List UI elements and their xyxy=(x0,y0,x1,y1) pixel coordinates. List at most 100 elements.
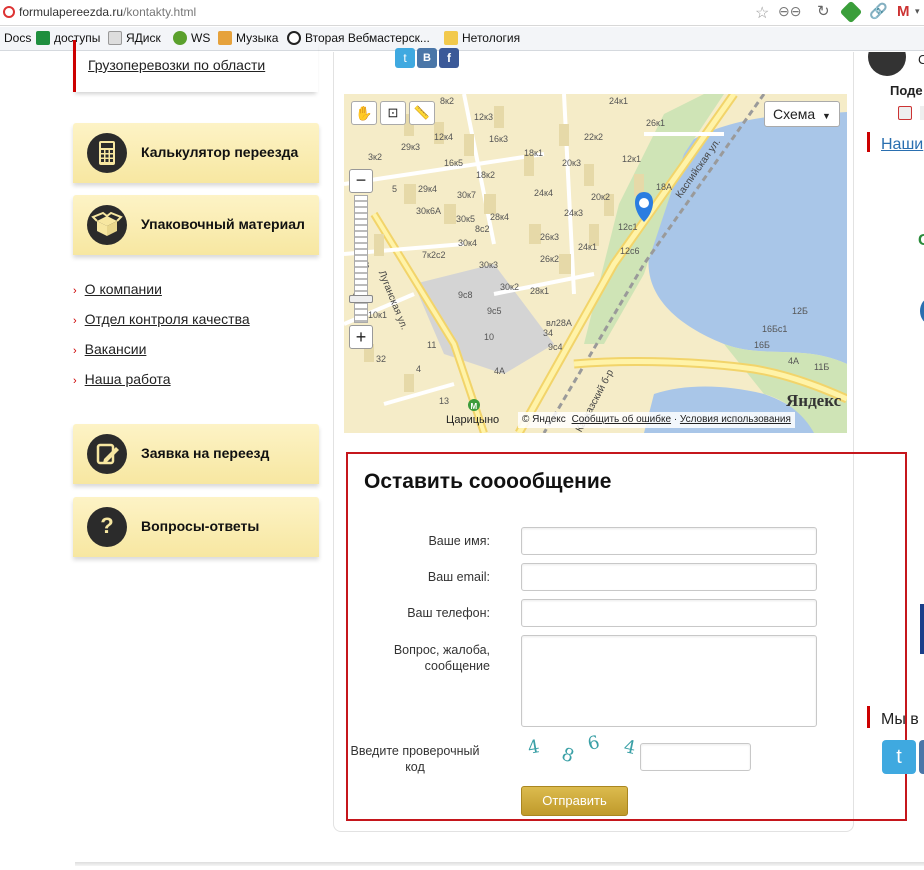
gmail-icon[interactable]: M xyxy=(897,3,910,20)
yandex-logo: Яндекс xyxy=(786,391,842,410)
link-text: Наша работа xyxy=(84,371,171,387)
sidebar-link-quality[interactable]: › Отдел контроля качества xyxy=(73,311,250,327)
map-building-label: 24к4 xyxy=(534,188,553,198)
move-request-card[interactable]: Заявка на переезд xyxy=(73,424,319,484)
form-title: Оставить сооообщение xyxy=(364,470,612,493)
phone-input[interactable] xyxy=(521,599,817,627)
sidebar-link-our-work[interactable]: › Наша работа xyxy=(73,371,171,387)
map-building-label: 12к1 xyxy=(622,154,641,164)
right-heading-link[interactable]: Наши xyxy=(881,136,923,154)
email-input[interactable] xyxy=(521,563,817,591)
map-mode-button[interactable]: Схема ▼ xyxy=(764,101,840,127)
twitter-icon[interactable]: t xyxy=(395,48,415,68)
address-bar[interactable]: formulapereezda.ru/kontakty.html ☆ ⊖⊖ ↻ … xyxy=(0,0,924,26)
map-building-label: 7к2с2 xyxy=(422,250,446,260)
right-partial-text: С xyxy=(918,52,924,67)
report-error-link[interactable]: Сообщить об ошибке xyxy=(572,414,671,425)
box-icon xyxy=(87,205,127,245)
card-label: Заявка на переезд xyxy=(141,445,270,461)
map-building-label: 10 xyxy=(484,332,495,342)
bookmark-star-icon[interactable]: ☆ xyxy=(755,3,769,23)
reload-icon[interactable]: ↻ xyxy=(817,2,830,20)
ruler-icon[interactable]: 📏 xyxy=(409,101,435,125)
footer-divider xyxy=(75,862,924,866)
bookmark-netology[interactable]: Нетология xyxy=(444,31,520,45)
captcha-image: 4 8 6 4 xyxy=(522,732,642,769)
yandex-map[interactable]: М 8к2 24к1 26к1 12к3 22к2 12к4 16к3 29к3 18к1 20к… xyxy=(344,94,847,433)
folder-icon xyxy=(444,31,458,45)
map-building-label: 16Б xyxy=(754,340,770,350)
map-building-label: 29к3 xyxy=(401,142,420,152)
map-building-label: 12Б xyxy=(792,306,808,316)
reader-icon[interactable]: ⊖⊖ xyxy=(778,3,801,20)
calculator-card[interactable]: Калькулятор переезда xyxy=(73,123,319,183)
social-share-icons: t В f xyxy=(395,48,459,68)
faq-card[interactable]: ? Вопросы-ответы xyxy=(73,497,319,557)
share-icon[interactable] xyxy=(898,106,912,120)
captcha-input[interactable] xyxy=(640,743,751,771)
chevron-right-icon: › xyxy=(73,285,77,297)
zoom-slider[interactable]: − + xyxy=(349,169,373,349)
map-building-label: 22к2 xyxy=(584,132,603,142)
chevron-down-icon: ▼ xyxy=(822,111,831,121)
map-building-label: 29к4 xyxy=(418,184,437,194)
site-favicon xyxy=(3,6,15,18)
partial-logo xyxy=(920,298,924,324)
terms-link[interactable]: Условия использования xyxy=(680,414,791,425)
captcha-label-line: код xyxy=(405,760,425,774)
hand-icon[interactable]: ✋ xyxy=(351,101,377,125)
bookmark-docs[interactable]: Docs xyxy=(4,31,31,45)
map-building-label: 12с1 xyxy=(618,222,638,232)
sidebar-link-cargo-region[interactable]: Грузоперевозки по области xyxy=(88,57,265,73)
map-building-label: 9с5 xyxy=(487,306,502,316)
submit-button[interactable]: Отправить xyxy=(521,786,628,816)
right-heading-bar xyxy=(867,706,870,728)
zoom-out-button[interactable]: − xyxy=(349,169,373,193)
card-label: Упаковочный материал xyxy=(141,216,305,232)
sidebar-link-about[interactable]: › О компании xyxy=(73,281,162,297)
map-building-label: 16к3 xyxy=(489,134,508,144)
map-building-label: 26к1 xyxy=(646,118,665,128)
map-footer: © Яндекс Сообщить об ошибке · Условия ис… xyxy=(518,412,795,428)
dropdown-icon[interactable]: ▾ xyxy=(915,6,920,17)
zoom-in-button[interactable]: + xyxy=(349,325,373,349)
message-textarea[interactable] xyxy=(521,635,817,727)
edit-icon xyxy=(87,434,127,474)
vk-icon[interactable]: В xyxy=(417,48,437,68)
sidebar-link-vacancies[interactable]: › Вакансии xyxy=(73,341,146,357)
map-building-label: 4 xyxy=(416,364,422,374)
twitter-icon[interactable]: t xyxy=(882,740,916,774)
map-building-label: 12с6 xyxy=(620,246,640,256)
facebook-icon[interactable]: f xyxy=(439,48,459,68)
map-building-label: 4А xyxy=(788,356,800,366)
map-building-label: 32 xyxy=(376,354,387,364)
vk-icon[interactable] xyxy=(919,740,924,774)
url-text[interactable]: formulapereezda.ru/kontakty.html xyxy=(19,5,196,19)
map-building-label: 5 xyxy=(392,184,398,194)
bell-icon xyxy=(868,52,906,76)
map-building-label: 26к3 xyxy=(540,232,559,242)
packaging-card[interactable]: Упаковочный материал xyxy=(73,195,319,255)
card-label: Вопросы-ответы xyxy=(141,518,260,534)
zoom-area-icon[interactable]: ⊡ xyxy=(380,101,406,125)
map-building-label: 9с4 xyxy=(548,342,563,352)
name-input[interactable] xyxy=(521,527,817,555)
map-building-label: 20к3 xyxy=(562,158,581,168)
question-icon: ? xyxy=(87,507,127,547)
bookmark-label: Docs xyxy=(4,31,32,45)
map-building-label: 18к2 xyxy=(476,170,495,180)
extension-green-icon[interactable] xyxy=(839,0,863,24)
zoom-handle[interactable] xyxy=(349,295,373,303)
link-text: Отдел контроля качества xyxy=(84,311,250,327)
calculator-icon xyxy=(87,133,127,173)
map-building-label: 30к6А xyxy=(416,206,441,216)
map-building-label: 28к4 xyxy=(490,212,509,222)
message-label: Вопрос, жалоба, сообщение xyxy=(340,642,490,674)
link-icon[interactable]: 🔗 xyxy=(869,2,888,20)
share-icon[interactable] xyxy=(920,106,924,120)
bookmark-label: Нетология xyxy=(462,31,521,45)
map-building-label: вл28А xyxy=(546,318,572,328)
partial-logo: G xyxy=(918,232,924,250)
link-text: Вакансии xyxy=(84,341,147,357)
zoom-track[interactable] xyxy=(354,195,368,323)
